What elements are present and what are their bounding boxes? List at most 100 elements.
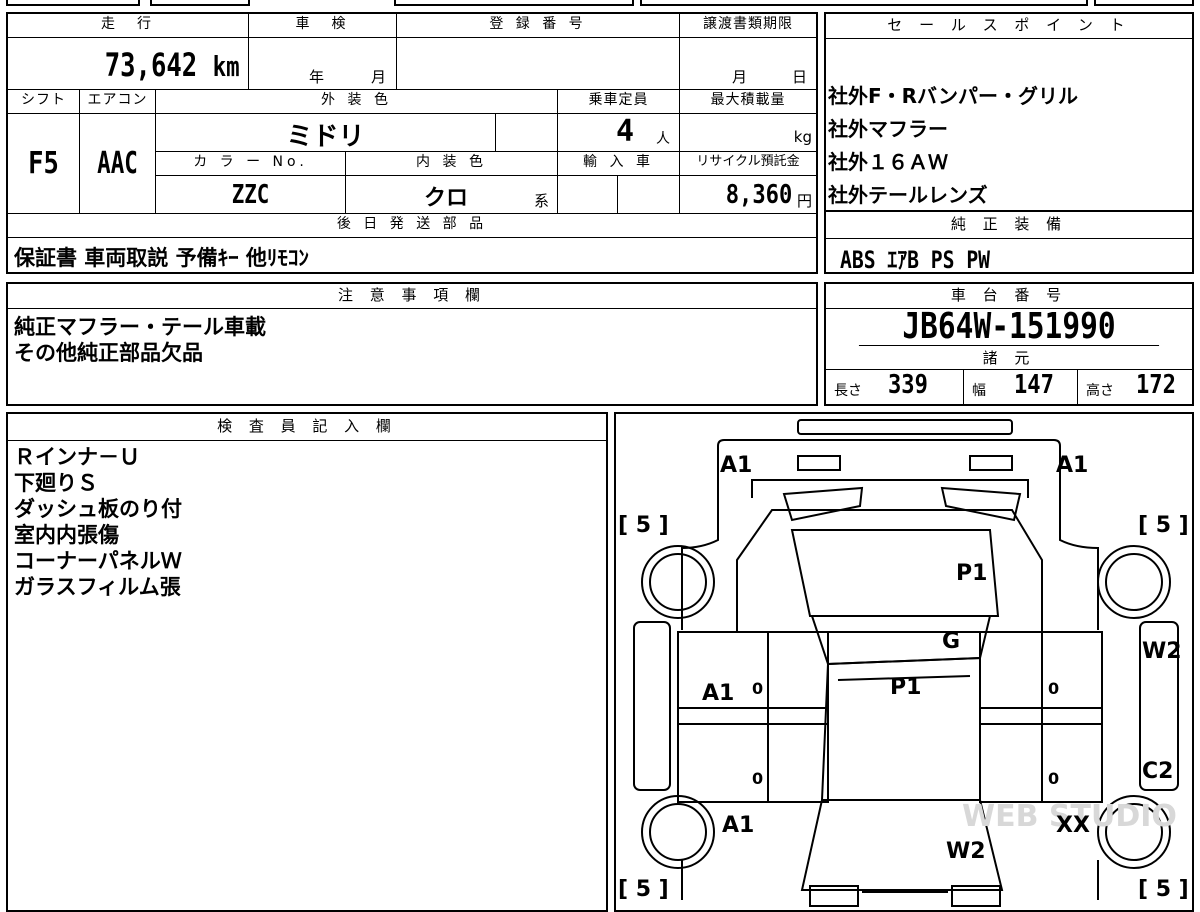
caution-line: その他純正部品欠品 [14, 341, 203, 365]
exterior-color-sub-cell [496, 114, 558, 152]
recycle-unit: 円 [796, 192, 812, 210]
interior-color-cell: クロ 系 [346, 176, 558, 214]
shift-label: シフト [8, 90, 80, 114]
registration-cell [397, 38, 680, 90]
mark-rear-center: W2 [946, 839, 986, 864]
width-value: 147 [1014, 370, 1054, 400]
sales-points-box: セ ー ル ス ポ イ ン ト 社外F・Rバンパー・グリル 社外マフラー 社外１… [824, 12, 1194, 212]
genuine-equipment-value: ABS ｴｱB PS PW [840, 246, 991, 274]
mark-zero: 0 [752, 769, 763, 788]
length-cell: 長さ 339 [826, 370, 964, 404]
mark-front-left: A1 [720, 453, 752, 478]
mark-hood: P1 [956, 561, 987, 586]
height-label: 高さ [1086, 383, 1114, 399]
mark-roof: P1 [890, 675, 921, 700]
aircon-value: AAC [97, 146, 138, 181]
sales-point-item: 社外F・Rバンパー・グリル [828, 84, 1079, 108]
mark-windshield: G [942, 629, 960, 654]
exterior-color-cell: ミドリ [156, 114, 496, 152]
transfer-cell: 月 日 [680, 38, 816, 90]
interior-color-suffix: 系 [534, 192, 550, 210]
transfer-day-unit: 日 [792, 68, 808, 86]
inspector-lines: Ｒインナ－Ｕ 下廻りＳ ダッシュ板のり付 室内内張傷 コーナーパネルＷ ガラスフ… [14, 444, 182, 600]
inspector-label: 検 査 員 記 入 欄 [8, 414, 606, 441]
inspection-cell: 年 月 [249, 38, 397, 90]
mileage-value: 73,642 [105, 46, 198, 84]
inspector-line: ガラスフィルム張 [14, 575, 181, 599]
spec-label: 諸 元 [826, 346, 1192, 370]
genuine-equipment-box: 純 正 装 備 ABS ｴｱB PS PW [824, 210, 1194, 274]
interior-color-value: クロ [424, 186, 469, 211]
mark-bracket-bl: [ 5 ] [618, 877, 669, 902]
car-diagram: WEB STUDIO A1 A1 [ 5 ] [ 5 ] [ 5 ] [ 5 ]… [618, 419, 1189, 907]
mark-rear-right: XX [1056, 813, 1090, 838]
inspector-line: Ｒインナ－Ｕ [14, 445, 140, 469]
shift-value: F5 [28, 146, 59, 181]
mark-zero: 0 [752, 679, 763, 698]
shift-cell: F5 [8, 114, 80, 214]
exterior-color-label: 外 装 色 [156, 90, 558, 114]
transfer-month-unit: 月 [732, 68, 748, 86]
sales-point-item: 社外テールレンズ [828, 183, 988, 207]
later-parts-label: 後 日 発 送 部 品 [8, 214, 816, 238]
height-cell: 高さ 172 [1078, 370, 1192, 404]
width-cell: 幅 147 [964, 370, 1078, 404]
capacity-label: 乗車定員 [558, 90, 680, 114]
inspector-line: 下廻りＳ [14, 471, 98, 495]
mileage-cell: 73,642 km [8, 38, 249, 90]
color-no-cell: ZZC [156, 176, 346, 214]
mark-bracket-tr: [ 5 ] [1138, 513, 1189, 538]
registration-label: 登 録 番 号 [397, 14, 680, 38]
car-diagram-box: WEB STUDIO A1 A1 [ 5 ] [ 5 ] [ 5 ] [ 5 ]… [614, 412, 1194, 912]
mark-zero: 0 [1048, 679, 1059, 698]
import-cell-a [558, 176, 618, 214]
mark-zero: 0 [1048, 769, 1059, 788]
caution-label: 注 意 事 項 欄 [8, 284, 816, 309]
mark-left-rear: A1 [722, 813, 754, 838]
inspector-line: ダッシュ板のり付 [14, 497, 182, 521]
height-value: 172 [1136, 370, 1176, 400]
inspector-line: コーナーパネルＷ [14, 549, 182, 573]
length-label: 長さ [834, 383, 862, 399]
max-load-unit: kg [793, 128, 812, 146]
recycle-label: リサイクル預託金 [680, 152, 816, 176]
aircon-label: エアコン [80, 90, 156, 114]
mileage-unit: km [213, 50, 240, 83]
caution-box: 注 意 事 項 欄 純正マフラー・テール車載 その他純正部品欠品 [6, 282, 818, 406]
mark-left-front-door: A1 [702, 681, 734, 706]
aircon-cell: AAC [80, 114, 156, 214]
chassis-number: JB64W-151990 [858, 308, 1160, 346]
chassis-box: 車 台 番 号 JB64W-151990 諸 元 長さ 339 幅 147 高さ… [824, 282, 1194, 406]
inspection-month-unit: 月 [371, 68, 387, 86]
inspector-box: 検 査 員 記 入 欄 Ｒインナ－Ｕ 下廻りＳ ダッシュ板のり付 室内内張傷 コ… [6, 412, 608, 912]
vehicle-info-box: 走 行 車 検 登 録 番 号 譲渡書類期限 73,642 km 年 月 月 日… [6, 12, 818, 274]
inspection-year-unit: 年 [309, 68, 325, 86]
transfer-deadline-label: 譲渡書類期限 [680, 14, 816, 38]
capacity-unit: 人 [656, 131, 670, 147]
interior-color-label: 内 装 色 [346, 152, 558, 176]
capacity-value: 4 [616, 114, 635, 149]
width-label: 幅 [972, 383, 986, 399]
inspector-line: 室内内張傷 [14, 523, 119, 547]
recycle-cell: 8,360 円 [680, 176, 816, 214]
mileage-label: 走 行 [8, 14, 249, 38]
import-cell-b [618, 176, 680, 214]
mark-bracket-tl: [ 5 ] [618, 513, 669, 538]
sales-point-item: 社外１６ＡＷ [828, 150, 948, 174]
color-no-value: ZZC [231, 180, 270, 210]
caution-line: 純正マフラー・テール車載 [14, 315, 266, 339]
sales-points-list: 社外F・Rバンパー・グリル 社外マフラー 社外１６ＡＷ 社外テールレンズ [828, 80, 1078, 212]
color-no-label: カ ラ ー No. [156, 152, 346, 176]
mark-right-front-door: W2 [1142, 639, 1182, 664]
max-load-label: 最大積載量 [680, 90, 816, 114]
caution-lines: 純正マフラー・テール車載 その他純正部品欠品 [14, 314, 266, 366]
capacity-cell: 4 人 [558, 114, 680, 152]
import-label: 輸 入 車 [558, 152, 680, 176]
inspection-label: 車 検 [249, 14, 397, 38]
max-load-cell: kg [680, 114, 816, 152]
sales-point-item: 社外マフラー [828, 117, 948, 141]
mark-bracket-br: [ 5 ] [1138, 877, 1189, 902]
recycle-value: 8,360 [725, 180, 792, 210]
genuine-equipment-label: 純 正 装 備 [826, 212, 1192, 239]
mark-front-right: A1 [1056, 453, 1088, 478]
